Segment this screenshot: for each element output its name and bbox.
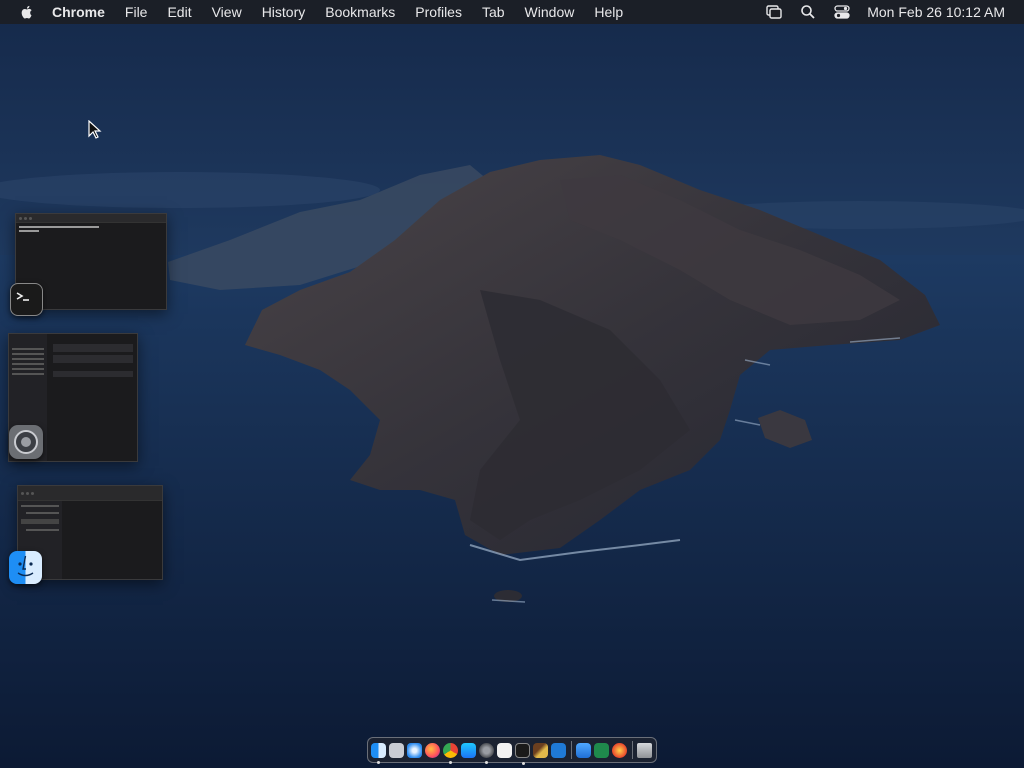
terminal-icon[interactable] (10, 283, 43, 316)
dock-firefox-icon[interactable] (425, 742, 440, 758)
menu-file[interactable]: File (125, 0, 148, 24)
running-indicator (449, 760, 452, 764)
control-center-icon[interactable] (833, 3, 851, 21)
menu-bar: Chrome File Edit View History Bookmarks … (0, 0, 1024, 24)
dock-system-settings-icon[interactable] (479, 742, 494, 764)
dock-icloud-icon[interactable] (576, 742, 591, 758)
menu-window[interactable]: Window (525, 0, 575, 24)
dock-vscode-icon[interactable] (551, 742, 566, 758)
menu-view[interactable]: View (212, 0, 242, 24)
running-indicator (485, 760, 488, 764)
menu-edit[interactable]: Edit (167, 0, 191, 24)
apple-menu-icon[interactable] (18, 3, 36, 21)
dock-launchpad-icon[interactable] (389, 742, 404, 758)
dock-thunderbird-icon[interactable] (612, 742, 627, 758)
desktop-wallpaper (0, 0, 1024, 768)
dock-paintbrush-icon[interactable] (533, 742, 548, 758)
dock-trash-icon[interactable] (637, 742, 652, 758)
menu-help[interactable]: Help (594, 0, 623, 24)
search-icon[interactable] (799, 3, 817, 21)
dock-separator (571, 741, 572, 759)
window-titlebar (18, 486, 162, 501)
terminal-content (16, 223, 166, 235)
settings-content (53, 344, 133, 377)
dock-terminal-icon[interactable] (515, 742, 530, 765)
menu-history[interactable]: History (262, 0, 306, 24)
dock-chrome-icon[interactable] (443, 742, 458, 764)
menu-tab[interactable]: Tab (482, 0, 505, 24)
mouse-cursor-icon (88, 120, 102, 139)
dock-safari-icon[interactable] (407, 742, 422, 758)
menu-profiles[interactable]: Profiles (415, 0, 462, 24)
dock-separator (632, 741, 633, 759)
system-settings-icon[interactable] (9, 425, 43, 459)
finder-icon[interactable] (9, 551, 42, 584)
menu-bookmarks[interactable]: Bookmarks (325, 0, 395, 24)
dock-textedit-icon[interactable] (497, 742, 512, 758)
dock-excel-icon[interactable] (594, 742, 609, 758)
dock-finder-icon[interactable] (371, 742, 386, 764)
running-indicator (522, 761, 525, 765)
running-indicator (377, 760, 380, 764)
screen-mirroring-icon[interactable] (765, 3, 783, 21)
dock (367, 737, 657, 765)
window-titlebar (16, 214, 166, 223)
menu-bar-clock[interactable]: Mon Feb 26 10:12 AM (867, 4, 1005, 20)
menu-app-name[interactable]: Chrome (52, 0, 105, 24)
dock-app-store-icon[interactable] (461, 742, 476, 758)
